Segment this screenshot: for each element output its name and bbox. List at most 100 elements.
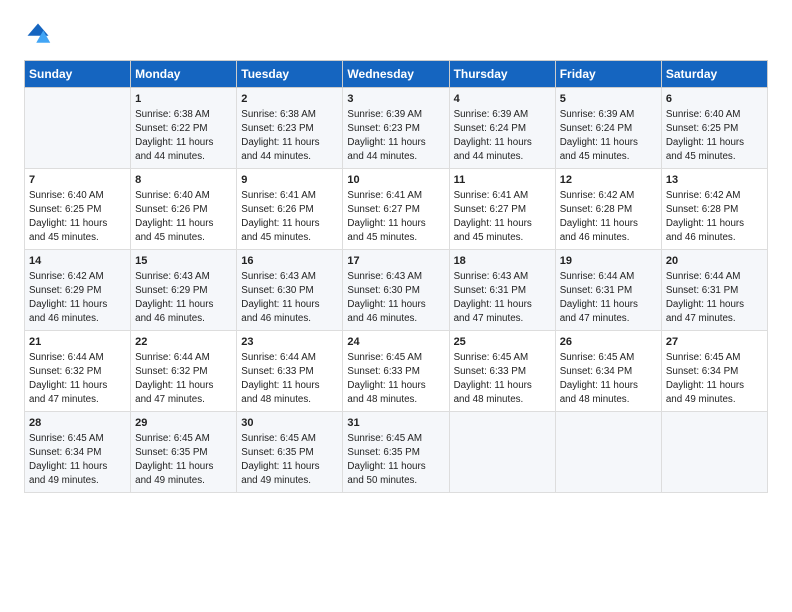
calendar-cell: 7Sunrise: 6:40 AMSunset: 6:25 PMDaylight… xyxy=(25,169,131,250)
calendar-cell xyxy=(449,412,555,493)
week-row-3: 21Sunrise: 6:44 AMSunset: 6:32 PMDayligh… xyxy=(25,331,768,412)
cell-content: Sunrise: 6:39 AMSunset: 6:24 PMDaylight:… xyxy=(560,108,657,164)
day-number: 7 xyxy=(29,173,126,188)
weekday-header-friday: Friday xyxy=(555,61,661,88)
day-number: 15 xyxy=(135,254,232,269)
cell-content: Sunrise: 6:44 AMSunset: 6:32 PMDaylight:… xyxy=(29,351,126,407)
calendar-cell: 5Sunrise: 6:39 AMSunset: 6:24 PMDaylight… xyxy=(555,88,661,169)
day-number: 16 xyxy=(241,254,338,269)
cell-content: Sunrise: 6:44 AMSunset: 6:33 PMDaylight:… xyxy=(241,351,338,407)
day-number: 6 xyxy=(666,92,763,107)
day-number: 4 xyxy=(454,92,551,107)
calendar-cell: 19Sunrise: 6:44 AMSunset: 6:31 PMDayligh… xyxy=(555,250,661,331)
cell-content: Sunrise: 6:40 AMSunset: 6:26 PMDaylight:… xyxy=(135,189,232,245)
day-number: 1 xyxy=(135,92,232,107)
weekday-header-sunday: Sunday xyxy=(25,61,131,88)
cell-content: Sunrise: 6:45 AMSunset: 6:35 PMDaylight:… xyxy=(347,432,444,488)
calendar-cell: 12Sunrise: 6:42 AMSunset: 6:28 PMDayligh… xyxy=(555,169,661,250)
calendar-cell xyxy=(25,88,131,169)
cell-content: Sunrise: 6:43 AMSunset: 6:30 PMDaylight:… xyxy=(347,270,444,326)
calendar-cell: 27Sunrise: 6:45 AMSunset: 6:34 PMDayligh… xyxy=(661,331,767,412)
calendar-cell: 23Sunrise: 6:44 AMSunset: 6:33 PMDayligh… xyxy=(237,331,343,412)
calendar-cell: 3Sunrise: 6:39 AMSunset: 6:23 PMDaylight… xyxy=(343,88,449,169)
cell-content: Sunrise: 6:45 AMSunset: 6:34 PMDaylight:… xyxy=(29,432,126,488)
day-number: 28 xyxy=(29,416,126,431)
logo-icon xyxy=(24,20,52,48)
calendar-cell: 25Sunrise: 6:45 AMSunset: 6:33 PMDayligh… xyxy=(449,331,555,412)
day-number: 30 xyxy=(241,416,338,431)
calendar-cell: 6Sunrise: 6:40 AMSunset: 6:25 PMDaylight… xyxy=(661,88,767,169)
week-row-2: 14Sunrise: 6:42 AMSunset: 6:29 PMDayligh… xyxy=(25,250,768,331)
day-number: 13 xyxy=(666,173,763,188)
day-number: 8 xyxy=(135,173,232,188)
day-number: 29 xyxy=(135,416,232,431)
cell-content: Sunrise: 6:41 AMSunset: 6:26 PMDaylight:… xyxy=(241,189,338,245)
day-number: 19 xyxy=(560,254,657,269)
logo xyxy=(24,20,56,48)
calendar-cell: 14Sunrise: 6:42 AMSunset: 6:29 PMDayligh… xyxy=(25,250,131,331)
cell-content: Sunrise: 6:45 AMSunset: 6:33 PMDaylight:… xyxy=(347,351,444,407)
weekday-header-thursday: Thursday xyxy=(449,61,555,88)
calendar-cell: 30Sunrise: 6:45 AMSunset: 6:35 PMDayligh… xyxy=(237,412,343,493)
cell-content: Sunrise: 6:38 AMSunset: 6:22 PMDaylight:… xyxy=(135,108,232,164)
cell-content: Sunrise: 6:45 AMSunset: 6:33 PMDaylight:… xyxy=(454,351,551,407)
calendar-cell: 16Sunrise: 6:43 AMSunset: 6:30 PMDayligh… xyxy=(237,250,343,331)
day-number: 21 xyxy=(29,335,126,350)
cell-content: Sunrise: 6:43 AMSunset: 6:30 PMDaylight:… xyxy=(241,270,338,326)
day-number: 22 xyxy=(135,335,232,350)
calendar-cell: 11Sunrise: 6:41 AMSunset: 6:27 PMDayligh… xyxy=(449,169,555,250)
cell-content: Sunrise: 6:40 AMSunset: 6:25 PMDaylight:… xyxy=(666,108,763,164)
day-number: 2 xyxy=(241,92,338,107)
weekday-header-saturday: Saturday xyxy=(661,61,767,88)
day-number: 12 xyxy=(560,173,657,188)
cell-content: Sunrise: 6:42 AMSunset: 6:28 PMDaylight:… xyxy=(560,189,657,245)
calendar-cell: 2Sunrise: 6:38 AMSunset: 6:23 PMDaylight… xyxy=(237,88,343,169)
cell-content: Sunrise: 6:43 AMSunset: 6:31 PMDaylight:… xyxy=(454,270,551,326)
weekday-header-monday: Monday xyxy=(131,61,237,88)
cell-content: Sunrise: 6:42 AMSunset: 6:28 PMDaylight:… xyxy=(666,189,763,245)
cell-content: Sunrise: 6:41 AMSunset: 6:27 PMDaylight:… xyxy=(347,189,444,245)
day-number: 24 xyxy=(347,335,444,350)
calendar-cell: 10Sunrise: 6:41 AMSunset: 6:27 PMDayligh… xyxy=(343,169,449,250)
cell-content: Sunrise: 6:38 AMSunset: 6:23 PMDaylight:… xyxy=(241,108,338,164)
day-number: 14 xyxy=(29,254,126,269)
day-number: 11 xyxy=(454,173,551,188)
cell-content: Sunrise: 6:41 AMSunset: 6:27 PMDaylight:… xyxy=(454,189,551,245)
cell-content: Sunrise: 6:45 AMSunset: 6:34 PMDaylight:… xyxy=(560,351,657,407)
calendar-cell: 22Sunrise: 6:44 AMSunset: 6:32 PMDayligh… xyxy=(131,331,237,412)
calendar-cell: 28Sunrise: 6:45 AMSunset: 6:34 PMDayligh… xyxy=(25,412,131,493)
cell-content: Sunrise: 6:40 AMSunset: 6:25 PMDaylight:… xyxy=(29,189,126,245)
weekday-header-tuesday: Tuesday xyxy=(237,61,343,88)
calendar-cell: 1Sunrise: 6:38 AMSunset: 6:22 PMDaylight… xyxy=(131,88,237,169)
weekday-header-row: SundayMondayTuesdayWednesdayThursdayFrid… xyxy=(25,61,768,88)
calendar-cell: 24Sunrise: 6:45 AMSunset: 6:33 PMDayligh… xyxy=(343,331,449,412)
cell-content: Sunrise: 6:43 AMSunset: 6:29 PMDaylight:… xyxy=(135,270,232,326)
day-number: 18 xyxy=(454,254,551,269)
calendar-table: SundayMondayTuesdayWednesdayThursdayFrid… xyxy=(24,60,768,493)
cell-content: Sunrise: 6:39 AMSunset: 6:23 PMDaylight:… xyxy=(347,108,444,164)
weekday-header-wednesday: Wednesday xyxy=(343,61,449,88)
header xyxy=(24,20,768,48)
calendar-cell: 4Sunrise: 6:39 AMSunset: 6:24 PMDaylight… xyxy=(449,88,555,169)
calendar-cell: 20Sunrise: 6:44 AMSunset: 6:31 PMDayligh… xyxy=(661,250,767,331)
cell-content: Sunrise: 6:39 AMSunset: 6:24 PMDaylight:… xyxy=(454,108,551,164)
cell-content: Sunrise: 6:42 AMSunset: 6:29 PMDaylight:… xyxy=(29,270,126,326)
day-number: 31 xyxy=(347,416,444,431)
calendar-cell: 21Sunrise: 6:44 AMSunset: 6:32 PMDayligh… xyxy=(25,331,131,412)
day-number: 5 xyxy=(560,92,657,107)
calendar-cell xyxy=(555,412,661,493)
calendar-cell: 31Sunrise: 6:45 AMSunset: 6:35 PMDayligh… xyxy=(343,412,449,493)
calendar-cell: 18Sunrise: 6:43 AMSunset: 6:31 PMDayligh… xyxy=(449,250,555,331)
cell-content: Sunrise: 6:44 AMSunset: 6:31 PMDaylight:… xyxy=(666,270,763,326)
day-number: 10 xyxy=(347,173,444,188)
cell-content: Sunrise: 6:44 AMSunset: 6:31 PMDaylight:… xyxy=(560,270,657,326)
calendar-cell: 15Sunrise: 6:43 AMSunset: 6:29 PMDayligh… xyxy=(131,250,237,331)
cell-content: Sunrise: 6:45 AMSunset: 6:35 PMDaylight:… xyxy=(241,432,338,488)
day-number: 23 xyxy=(241,335,338,350)
week-row-0: 1Sunrise: 6:38 AMSunset: 6:22 PMDaylight… xyxy=(25,88,768,169)
week-row-1: 7Sunrise: 6:40 AMSunset: 6:25 PMDaylight… xyxy=(25,169,768,250)
calendar-cell: 26Sunrise: 6:45 AMSunset: 6:34 PMDayligh… xyxy=(555,331,661,412)
cell-content: Sunrise: 6:45 AMSunset: 6:35 PMDaylight:… xyxy=(135,432,232,488)
day-number: 27 xyxy=(666,335,763,350)
calendar-cell: 8Sunrise: 6:40 AMSunset: 6:26 PMDaylight… xyxy=(131,169,237,250)
